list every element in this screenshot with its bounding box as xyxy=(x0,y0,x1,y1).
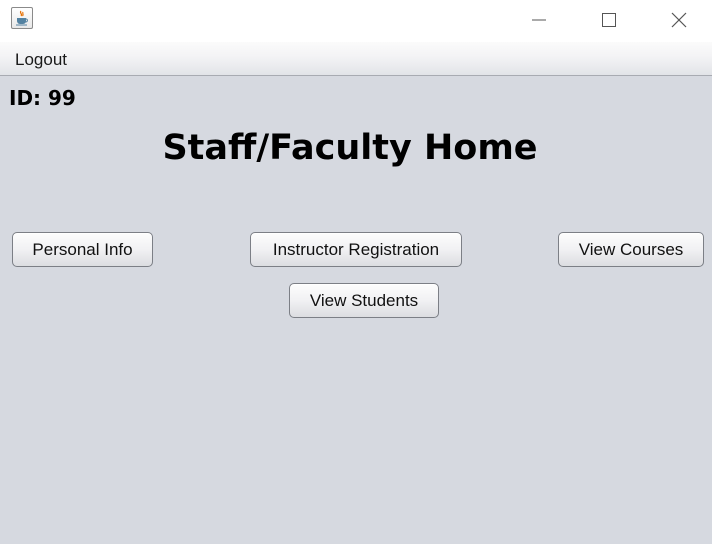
java-app-icon xyxy=(11,7,33,29)
minimize-button[interactable] xyxy=(504,0,574,40)
close-button[interactable] xyxy=(644,0,712,40)
instructor-registration-button[interactable]: Instructor Registration xyxy=(250,232,462,267)
view-courses-button[interactable]: View Courses xyxy=(558,232,704,267)
menu-bar: Logout xyxy=(0,42,712,76)
page-title: Staff/Faculty Home xyxy=(162,128,538,168)
maximize-icon xyxy=(602,13,616,27)
title-bar xyxy=(0,0,712,42)
view-students-button[interactable]: View Students xyxy=(289,283,439,318)
user-id-label: ID: 99 xyxy=(9,86,76,110)
logout-menu[interactable]: Logout xyxy=(6,47,76,73)
close-icon xyxy=(671,12,687,28)
minimize-icon xyxy=(532,19,546,21)
personal-info-button[interactable]: Personal Info xyxy=(12,232,153,267)
maximize-button[interactable] xyxy=(574,0,644,40)
